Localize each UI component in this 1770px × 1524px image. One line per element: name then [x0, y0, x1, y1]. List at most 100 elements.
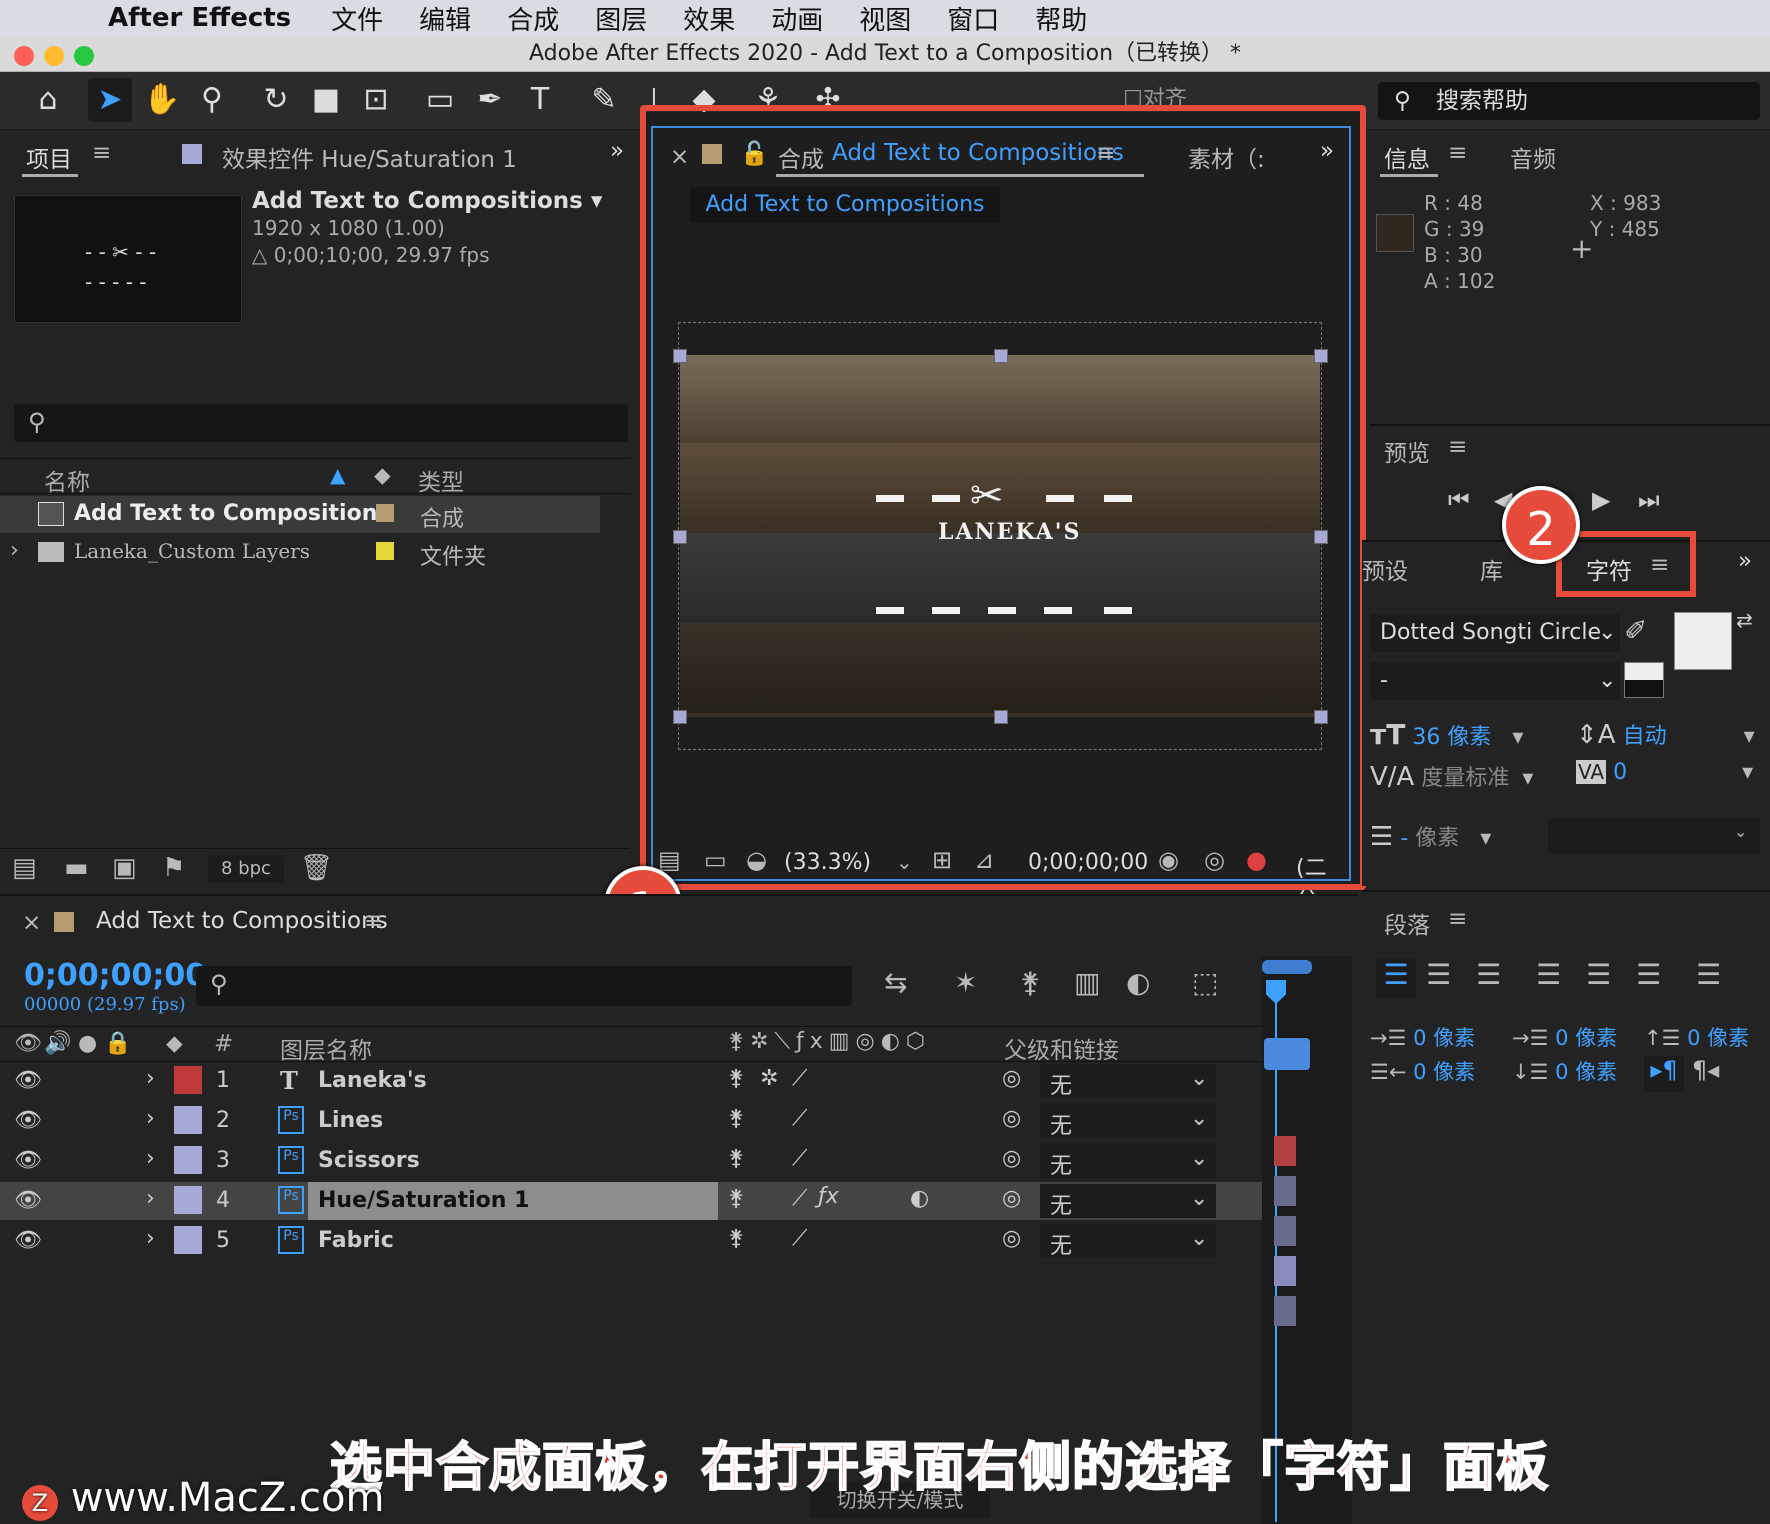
audio-toggle-icon[interactable]: 🔊 — [44, 1031, 71, 1056]
close-tab-icon[interactable]: × — [670, 144, 689, 170]
mask-icon[interactable]: ◒ — [746, 846, 767, 874]
project-item-comp[interactable]: Add Text to Compositions 合成 — [0, 496, 600, 533]
label-swatch[interactable] — [376, 504, 394, 522]
layer-row[interactable]: 👁 › 1 T Laneka's ⚵ ✲ ⟋ ◎ 无 ⌄ — [0, 1062, 1262, 1100]
rectangle-tool-icon[interactable]: ▭ — [418, 78, 462, 122]
layer-bar-1[interactable] — [1274, 1136, 1296, 1166]
quality-switch-icon[interactable]: ⟋ — [792, 1146, 807, 1171]
adjustment-layer-icon[interactable]: ◐ — [910, 1186, 929, 1211]
quality-switch-icon[interactable]: ⟋ — [792, 1066, 807, 1091]
comp-button[interactable] — [1264, 1038, 1310, 1070]
layer-bar-3[interactable] — [1274, 1216, 1296, 1246]
tab-project[interactable]: 项目 — [26, 140, 72, 174]
expand-chevron-icon[interactable]: › — [146, 1106, 155, 1131]
shy-switch-icon[interactable]: ⚵ — [728, 1106, 744, 1131]
font-size-field[interactable]: ᴛT 36 像素 ▾ — [1370, 718, 1523, 751]
menu-app-name[interactable]: After Effects — [60, 3, 313, 33]
minimize-window-button[interactable] — [44, 46, 64, 66]
layer-name[interactable]: Fabric — [318, 1228, 394, 1253]
expand-chevron-icon[interactable]: › — [146, 1066, 155, 1091]
layer-name[interactable]: Laneka's — [318, 1068, 427, 1093]
layer-row-selected[interactable]: 👁 › 4 Ps Hue/Saturation 1 ⚵ ⟋ ƒx ◐ ◎ 无 ⌄ — [0, 1182, 1262, 1220]
playhead-icon[interactable] — [1266, 980, 1286, 1004]
project-search-input[interactable]: ⚲ — [14, 404, 628, 442]
tab-footage[interactable]: 素材（: — [1188, 140, 1265, 174]
video-toggle-icon[interactable]: 👁 — [14, 1031, 42, 1056]
menu-layer[interactable]: 图层 — [577, 0, 665, 37]
eye-icon[interactable]: 👁 — [14, 1108, 42, 1133]
eye-icon[interactable]: 👁 — [14, 1148, 42, 1173]
shy-switch-icon[interactable]: ⚵ — [728, 1186, 744, 1211]
justify-center-icon[interactable]: ☰ — [1586, 958, 1611, 991]
chevron-down-icon[interactable]: ⌄ — [896, 850, 913, 874]
close-tab-icon[interactable]: × — [22, 910, 41, 936]
tab-character[interactable]: 字符 — [1586, 552, 1632, 586]
pickwhip-icon[interactable]: ◎ — [1002, 1186, 1021, 1211]
layer-label-swatch[interactable] — [174, 1106, 202, 1134]
tab-timeline-comp[interactable]: Add Text to Compositions — [96, 908, 388, 934]
eye-icon[interactable]: 👁 — [14, 1068, 42, 1093]
panel-menu-icon[interactable]: ≡ — [92, 140, 111, 166]
layer-name[interactable]: Hue/Saturation 1 — [318, 1188, 529, 1213]
parent-select[interactable]: 无 ⌄ — [1040, 1184, 1216, 1219]
region-icon[interactable]: ⊿ — [974, 846, 994, 874]
search-help-input[interactable]: ⚲ 搜索帮助 — [1378, 82, 1760, 120]
graph-editor-icon[interactable]: ⬚ — [1192, 966, 1218, 999]
parent-select[interactable]: 无 ⌄ — [1040, 1144, 1216, 1179]
transform-handle[interactable] — [1314, 349, 1328, 363]
quality-switch-icon[interactable]: ⟋ — [792, 1226, 807, 1251]
layer-bar-5[interactable] — [1274, 1296, 1296, 1326]
layer-row[interactable]: 👁 › 5 Ps Fabric ⚵ ⟋ ◎ 无 ⌄ — [0, 1222, 1262, 1260]
hand-tool-icon[interactable]: ✋ — [140, 78, 184, 122]
layer-row[interactable]: 👁 › 2 Ps Lines ⚵ ⟋ ◎ 无 ⌄ — [0, 1102, 1262, 1140]
viewer-menu-icon[interactable]: ≡ — [1096, 140, 1115, 166]
current-timecode[interactable]: 0;00;00;00 — [24, 958, 206, 993]
column-type[interactable]: 类型 — [418, 463, 464, 497]
layer-label-swatch[interactable] — [174, 1186, 202, 1214]
panel-menu-icon[interactable]: ≡ — [1448, 906, 1467, 932]
panel-menu-icon[interactable]: ≡ — [1650, 552, 1669, 578]
pan-behind-tool-icon[interactable]: ⊡ — [354, 78, 398, 122]
panel-overflow-icon[interactable]: » — [1738, 548, 1752, 574]
panel-menu-icon[interactable]: ≡ — [1448, 140, 1467, 166]
shy-switch-icon[interactable]: ⚵ — [728, 1066, 744, 1091]
transform-handle[interactable] — [994, 349, 1008, 363]
leading-field[interactable]: ⇕A 自动 ▾ — [1576, 718, 1755, 750]
space-after-field[interactable]: ↓☰ 0 像素 — [1512, 1056, 1617, 1086]
tab-audio[interactable]: 音频 — [1510, 140, 1556, 174]
pen-tool-icon[interactable]: ✒ — [468, 78, 512, 122]
zoom-tool-icon[interactable]: ⚲ — [190, 78, 234, 122]
font-style-select[interactable]: - ⌄ — [1370, 662, 1620, 700]
parent-select[interactable]: 无 ⌄ — [1040, 1224, 1216, 1259]
new-comp-icon[interactable]: ▣ — [112, 853, 137, 883]
new-folder-icon[interactable]: ▬ — [64, 853, 89, 883]
align-center-icon[interactable]: ☰ — [1426, 958, 1451, 991]
tab-library[interactable]: 库 — [1480, 552, 1503, 586]
default-colors-icon[interactable] — [1624, 662, 1664, 698]
brush-tool-icon[interactable]: ✎ — [582, 78, 626, 122]
last-frame-icon[interactable]: ⏭ — [1638, 486, 1660, 514]
eye-icon[interactable]: 👁 — [14, 1228, 42, 1253]
align-right-icon[interactable]: ☰ — [1476, 958, 1501, 991]
pickwhip-icon[interactable]: ◎ — [1002, 1106, 1021, 1131]
draft-3d-icon[interactable]: ✶ — [954, 966, 977, 999]
solo-toggle-icon[interactable]: ● — [78, 1031, 97, 1056]
selection-tool-icon[interactable]: ➤ — [88, 78, 132, 122]
menu-animation[interactable]: 动画 — [753, 0, 841, 37]
stroke-width-field[interactable]: ☰ - 像素 ▾ — [1370, 820, 1491, 852]
project-item-folder[interactable]: › Laneka_Custom Layers 文件夹 — [0, 534, 600, 571]
menu-help[interactable]: 帮助 — [1017, 0, 1105, 37]
comp-info-dropdown-icon[interactable]: ▾ — [591, 188, 603, 214]
align-left-icon[interactable]: ☰ — [1376, 958, 1416, 998]
composition-canvas[interactable]: ✂ LANEKA'S — [680, 355, 1320, 717]
justify-right-icon[interactable]: ☰ — [1636, 958, 1661, 991]
viewer-timecode[interactable]: 0;00;00;00 — [1028, 850, 1148, 875]
trash-icon[interactable]: 🗑 — [300, 853, 333, 883]
first-frame-icon[interactable]: ⏮ — [1448, 486, 1470, 514]
indent-left-field[interactable]: →☰ 0 像素 — [1370, 1022, 1475, 1052]
close-window-button[interactable] — [14, 46, 34, 66]
pickwhip-icon[interactable]: ◎ — [1002, 1066, 1021, 1091]
pickwhip-icon[interactable]: ◎ — [1002, 1146, 1021, 1171]
font-family-select[interactable]: Dotted Songti Circle ⌄ — [1370, 614, 1620, 652]
column-name[interactable]: 名称 — [44, 463, 90, 497]
